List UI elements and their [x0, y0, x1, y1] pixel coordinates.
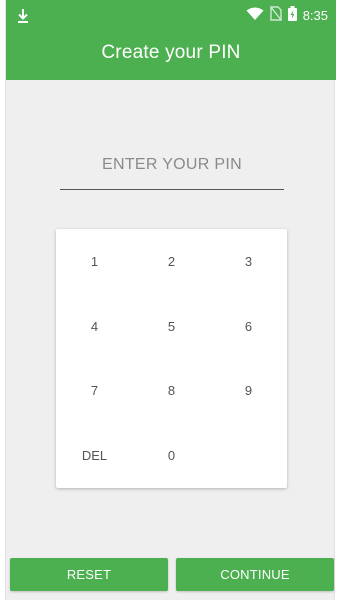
app-screen: 8:35 Create your PIN ENTER YOUR PIN 123 4… — [5, 0, 336, 600]
wifi-icon — [246, 7, 264, 26]
status-time: 8:35 — [302, 8, 328, 23]
key-empty — [210, 423, 287, 488]
key-7[interactable]: 7 — [56, 359, 133, 424]
pin-placeholder: ENTER YOUR PIN — [102, 156, 242, 173]
battery-charging-icon — [287, 6, 297, 26]
continue-button[interactable]: CONTINUE — [176, 558, 334, 591]
key-delete[interactable]: DEL — [56, 423, 133, 488]
page-title: Create your PIN — [101, 42, 241, 63]
app-bar: 8:35 Create your PIN — [6, 0, 336, 80]
key-3[interactable]: 3 — [210, 229, 287, 294]
key-5[interactable]: 5 — [133, 294, 210, 359]
no-sim-icon — [269, 6, 282, 26]
key-6[interactable]: 6 — [210, 294, 287, 359]
pin-input[interactable]: ENTER YOUR PIN — [60, 148, 284, 190]
download-icon — [16, 8, 30, 24]
key-1[interactable]: 1 — [56, 229, 133, 294]
key-8[interactable]: 8 — [133, 359, 210, 424]
key-2[interactable]: 2 — [133, 229, 210, 294]
key-9[interactable]: 9 — [210, 359, 287, 424]
keypad: 1 2 3 4 5 6 7 8 9 DEL 0 — [56, 229, 287, 488]
key-0[interactable]: 0 — [133, 423, 210, 488]
reset-button[interactable]: RESET — [10, 558, 168, 591]
key-4[interactable]: 4 — [56, 294, 133, 359]
status-bar: 8:35 — [6, 0, 336, 32]
status-icons: 8:35 — [246, 6, 328, 26]
